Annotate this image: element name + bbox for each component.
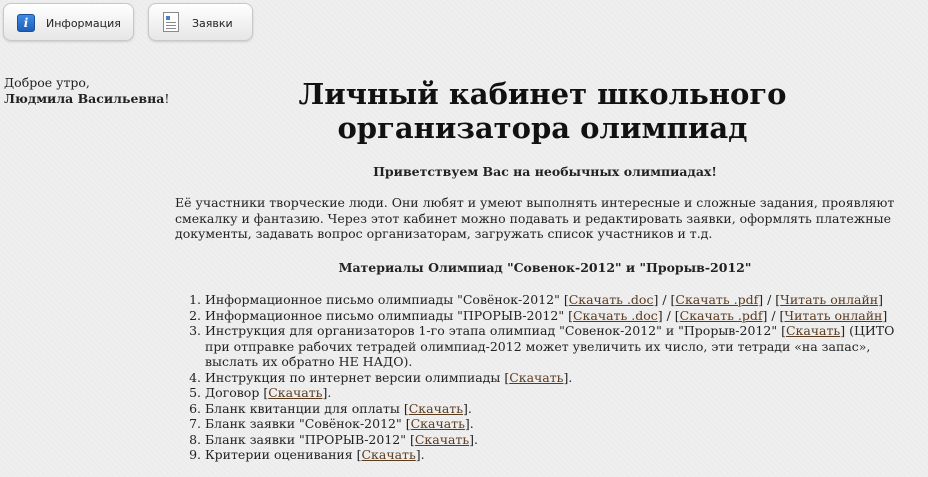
- download-link[interactable]: Скачать: [786, 323, 840, 338]
- download-doc-link[interactable]: Скачать .doc: [569, 292, 654, 307]
- download-link[interactable]: Скачать: [509, 370, 563, 385]
- download-link[interactable]: Скачать: [411, 416, 465, 431]
- list-item: Бланк квитанции для оплаты [Скачать].: [205, 401, 910, 417]
- list-item: Бланк заявки "Совёнок-2012" [Скачать].: [205, 416, 910, 432]
- download-link[interactable]: Скачать: [415, 432, 469, 447]
- download-link[interactable]: Скачать: [409, 401, 463, 416]
- read-online-link[interactable]: Читать онлайн: [780, 292, 878, 307]
- list-item: Договор [Скачать].: [205, 385, 910, 401]
- welcome-heading: Приветствуем Вас на необычных олимпиадах…: [373, 164, 717, 179]
- list-item: Бланк заявки "ПРОРЫВ-2012" [Скачать].: [205, 432, 910, 448]
- download-link[interactable]: Скачать: [361, 447, 415, 462]
- user-greeting: Доброе утро, Людмила Васильевна!: [4, 75, 169, 107]
- document-icon: [163, 12, 179, 32]
- list-item: Информационное письмо олимпиады "ПРОРЫВ-…: [205, 308, 910, 324]
- download-doc-link[interactable]: Скачать .doc: [573, 308, 658, 323]
- applications-button[interactable]: Заявки: [148, 3, 253, 41]
- list-item: Инструкция по интернет версии олимпиады …: [205, 370, 910, 386]
- materials-heading: Материалы Олимпиад "Совенок-2012" и "Про…: [338, 260, 752, 275]
- list-item: Инструкция для организаторов 1-го этапа …: [205, 323, 910, 370]
- info-button[interactable]: i Информация: [3, 3, 134, 41]
- info-icon: i: [17, 14, 35, 32]
- download-pdf-link[interactable]: Скачать .pdf: [680, 308, 763, 323]
- info-button-label: Информация: [46, 17, 121, 30]
- greeting-suffix: !: [164, 91, 170, 106]
- list-item: Информационное письмо олимпиады "Совёнок…: [205, 292, 910, 308]
- list-item: Критерии оценивания [Скачать].: [205, 447, 910, 463]
- greeting-line: Доброе утро,: [4, 75, 90, 90]
- download-pdf-link[interactable]: Скачать .pdf: [675, 292, 758, 307]
- applications-button-label: Заявки: [192, 17, 233, 30]
- read-online-link[interactable]: Читать онлайн: [784, 308, 882, 323]
- materials-list: Информационное письмо олимпиады "Совёнок…: [205, 292, 910, 463]
- download-link[interactable]: Скачать: [268, 385, 322, 400]
- user-name: Людмила Васильевна: [4, 91, 165, 106]
- page-title: Личный кабинет школьного организатора ол…: [298, 77, 787, 145]
- intro-paragraph: Её участники творческие люди. Они любят …: [175, 195, 895, 241]
